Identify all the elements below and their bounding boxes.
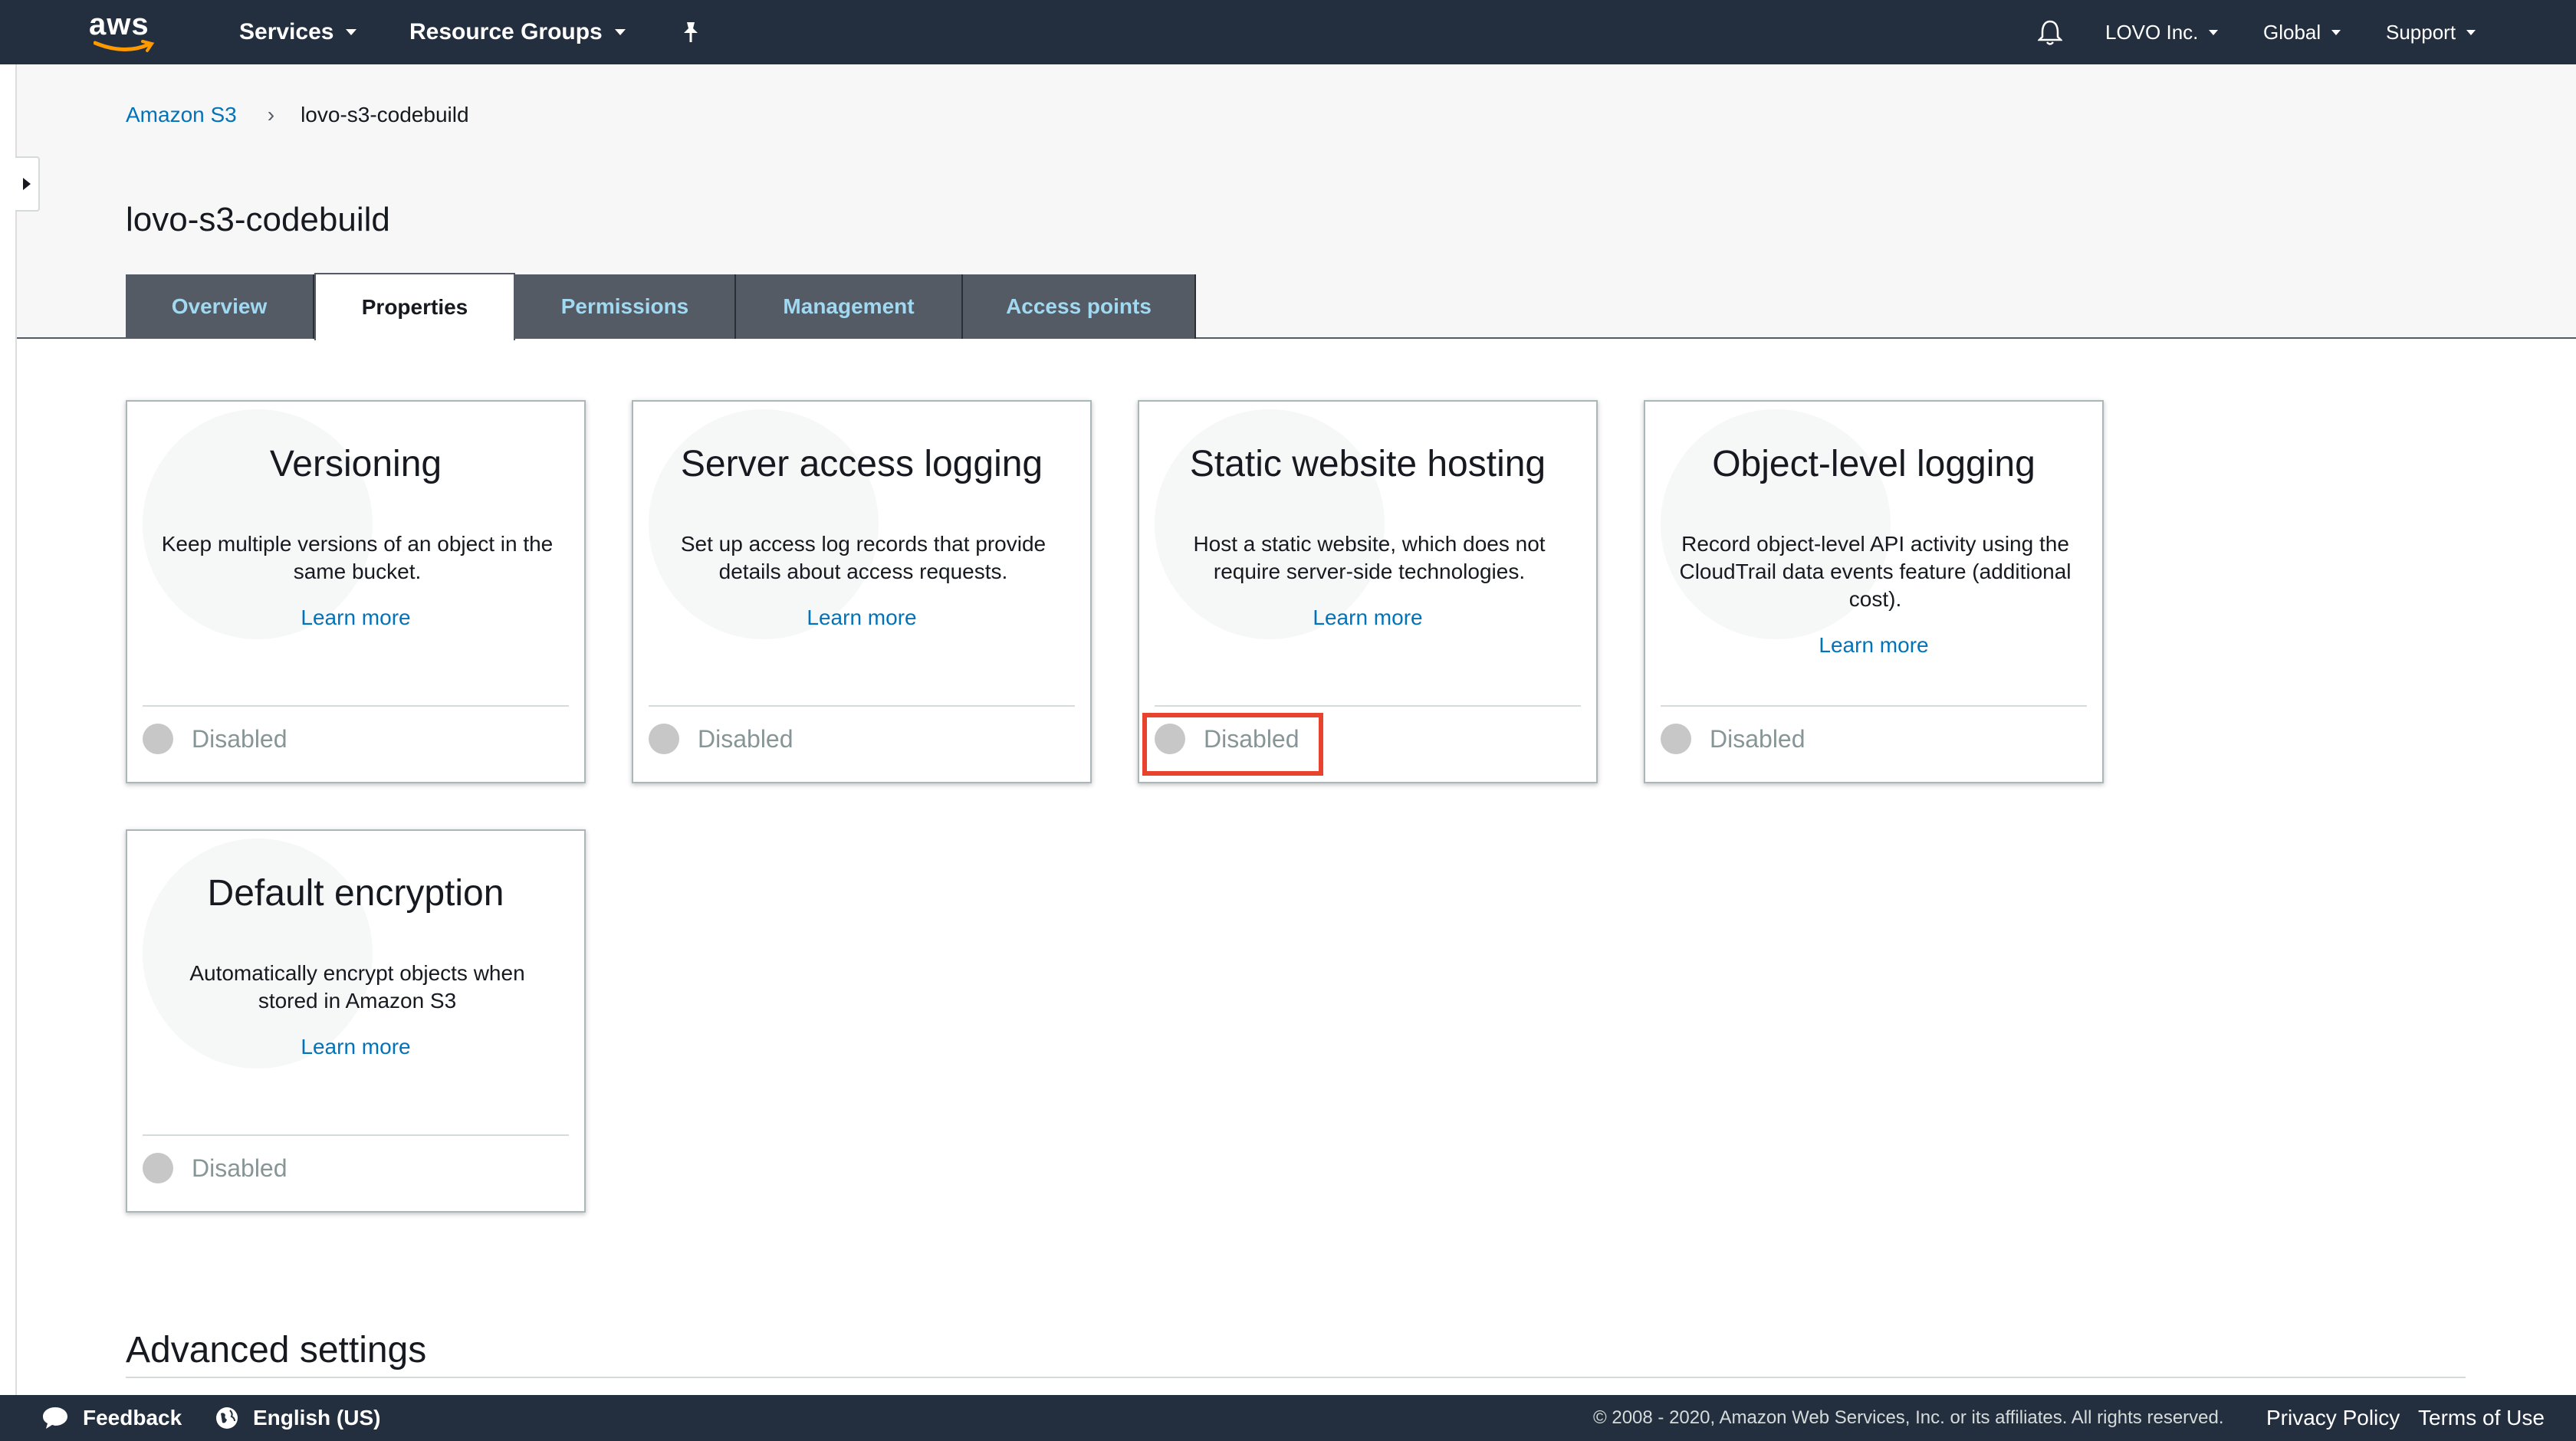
card-divider <box>1155 705 1581 707</box>
breadcrumb: Amazon S3 › lovo-s3-codebuild <box>126 103 469 127</box>
chevron-down-icon <box>2331 29 2341 35</box>
versioning-card[interactable]: Versioning Keep multiple versions of an … <box>126 400 586 783</box>
card-divider <box>1661 705 2087 707</box>
bell-icon <box>2038 20 2062 45</box>
breadcrumb-current: lovo-s3-codebuild <box>301 103 469 126</box>
footer-bar: Feedback English (US) © 2008 - 2020, Ama… <box>0 1395 2576 1441</box>
learn-more-link[interactable]: Learn more <box>633 606 1090 630</box>
copyright-text: © 2008 - 2020, Amazon Web Services, Inc.… <box>1593 1407 2224 1428</box>
card-description: Set up access log records that provide d… <box>680 532 1046 583</box>
radio-icon <box>143 724 173 754</box>
card-divider <box>649 705 1075 707</box>
tab-permissions[interactable]: Permissions <box>515 274 736 339</box>
server-access-logging-card[interactable]: Server access logging Set up access log … <box>632 400 1092 783</box>
learn-more-link[interactable]: Learn more <box>127 606 584 630</box>
tab-access-points[interactable]: Access points <box>963 274 1196 339</box>
sidebar-toggle-button[interactable] <box>15 156 40 212</box>
language-label: English (US) <box>253 1406 381 1430</box>
card-divider <box>143 705 569 707</box>
chevron-down-icon <box>614 29 626 35</box>
card-title: Versioning <box>269 444 442 484</box>
support-menu[interactable]: Support <box>2386 0 2476 64</box>
card-description: Host a static website, which does not re… <box>1193 532 1546 583</box>
services-menu[interactable]: Services <box>239 0 357 64</box>
globe-icon <box>216 1407 238 1429</box>
card-title: Server access logging <box>680 444 1043 484</box>
feedback-button[interactable]: Feedback <box>41 1395 182 1441</box>
default-encryption-card[interactable]: Default encryption Automatically encrypt… <box>126 829 586 1213</box>
notifications-button[interactable] <box>2038 0 2062 64</box>
pin-button[interactable] <box>681 0 701 64</box>
card-status[interactable]: Disabled <box>143 1153 288 1183</box>
object-level-logging-card[interactable]: Object-level logging Record object-level… <box>1644 400 2104 783</box>
top-navigation-bar: aws Services Resource Groups LOVO Inc. G… <box>0 0 2576 64</box>
advanced-settings-heading: Advanced settings <box>126 1330 427 1370</box>
card-divider <box>143 1134 569 1136</box>
card-title: Static website hosting <box>1189 444 1546 484</box>
card-description: Keep multiple versions of an object in t… <box>161 532 554 583</box>
learn-more-link[interactable]: Learn more <box>1645 633 2102 658</box>
tab-bar: Overview Properties Permissions Manageme… <box>126 271 1196 340</box>
radio-icon <box>1661 724 1691 754</box>
advanced-settings-divider <box>126 1377 2466 1378</box>
terms-of-use-link[interactable]: Terms of Use <box>2418 1395 2545 1441</box>
aws-logo[interactable]: aws <box>89 9 158 55</box>
card-status[interactable]: Disabled <box>649 724 794 754</box>
card-status[interactable]: Disabled <box>1661 724 1806 754</box>
language-selector[interactable]: English (US) <box>215 1395 380 1441</box>
page-title: lovo-s3-codebuild <box>126 201 390 238</box>
feedback-label: Feedback <box>83 1406 182 1430</box>
card-description: Automatically encrypt objects when store… <box>189 961 525 1013</box>
card-status[interactable]: Disabled <box>143 724 288 754</box>
feedback-icon <box>43 1407 67 1429</box>
region-label: Global <box>2263 20 2321 44</box>
services-label: Services <box>239 19 334 44</box>
card-title: Default encryption <box>207 873 504 914</box>
region-menu[interactable]: Global <box>2263 0 2341 64</box>
static-website-hosting-card[interactable]: Static website hosting Host a static web… <box>1138 400 1598 783</box>
status-label: Disabled <box>1204 724 1300 753</box>
aws-logo-text: aws <box>89 8 150 41</box>
status-label: Disabled <box>1710 724 1806 753</box>
status-label: Disabled <box>192 1154 288 1182</box>
resource-groups-label: Resource Groups <box>409 19 603 44</box>
tab-management[interactable]: Management <box>736 274 963 339</box>
learn-more-link[interactable]: Learn more <box>127 1035 584 1059</box>
tab-properties[interactable]: Properties <box>314 273 515 340</box>
privacy-policy-link[interactable]: Privacy Policy <box>2266 1395 2400 1441</box>
radio-icon <box>143 1153 173 1183</box>
status-label: Disabled <box>192 724 288 753</box>
chevron-down-icon <box>346 29 357 35</box>
support-label: Support <box>2386 20 2456 44</box>
aws-smile-icon <box>94 40 155 52</box>
card-description: Record object-level API activity using t… <box>1679 532 2072 611</box>
account-label: LOVO Inc. <box>2105 20 2199 44</box>
breadcrumb-amazon-s3-link[interactable]: Amazon S3 <box>126 103 237 127</box>
card-title: Object-level logging <box>1712 444 2036 484</box>
tab-overview[interactable]: Overview <box>126 274 314 339</box>
card-status[interactable]: Disabled <box>1155 724 1300 754</box>
learn-more-link[interactable]: Learn more <box>1139 606 1596 630</box>
pin-icon <box>684 22 698 42</box>
status-label: Disabled <box>698 724 794 753</box>
radio-icon <box>1155 724 1185 754</box>
caret-right-icon <box>23 178 31 190</box>
chevron-down-icon <box>2209 29 2219 35</box>
resource-groups-menu[interactable]: Resource Groups <box>409 0 626 64</box>
breadcrumb-separator: › <box>267 103 275 126</box>
chevron-down-icon <box>2466 29 2476 35</box>
radio-icon <box>649 724 679 754</box>
account-menu[interactable]: LOVO Inc. <box>2105 0 2219 64</box>
